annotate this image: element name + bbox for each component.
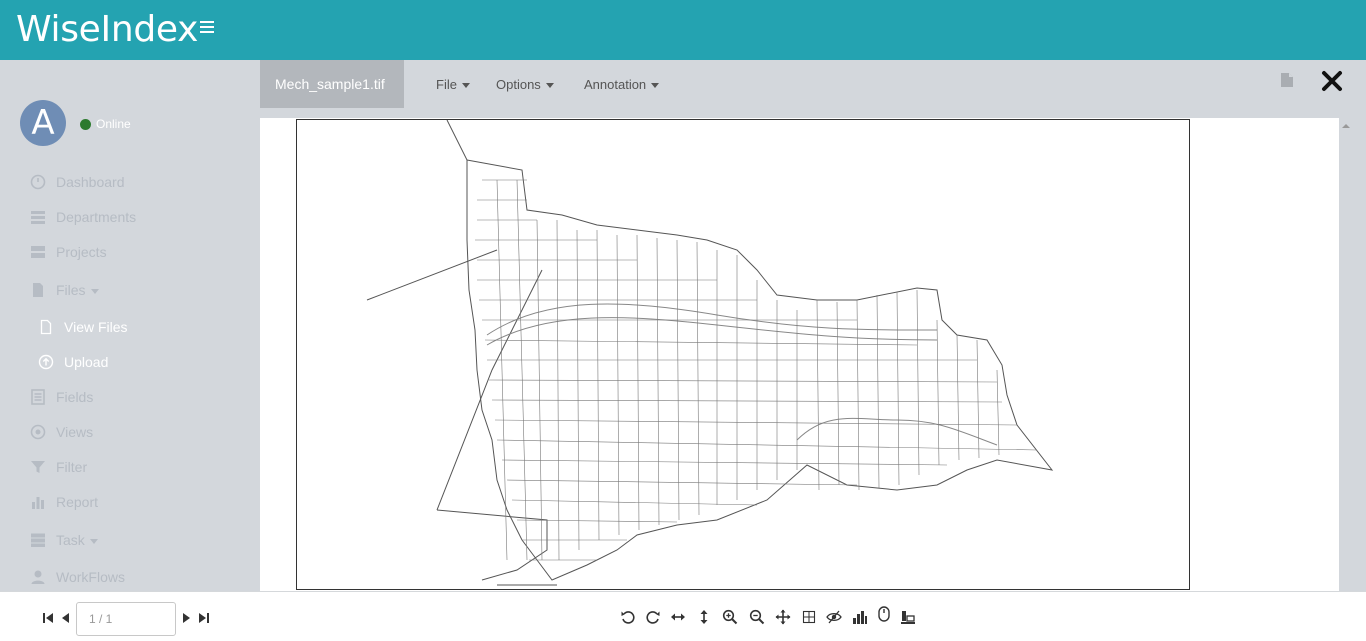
file-outline-icon [40, 319, 52, 335]
grid-icon[interactable] [801, 609, 817, 625]
sidebar-item-label: Dashboard [56, 174, 125, 190]
sidebar-item-projects[interactable]: Projects [30, 241, 107, 263]
sidebar-item-workflows[interactable]: WorkFlows [30, 566, 125, 588]
menu-annotation[interactable]: Annotation [584, 77, 660, 92]
mouse-select-icon[interactable] [876, 606, 892, 622]
sidebar-item-label: View Files [64, 319, 128, 335]
sidebar-item-label: Projects [56, 244, 107, 260]
fit-width-icon[interactable] [670, 609, 686, 625]
chevron-down-icon [545, 83, 554, 88]
last-page-icon[interactable] [198, 612, 210, 624]
sidebar-item-label: Fields [56, 389, 94, 405]
hamburger-icon[interactable] [200, 18, 216, 34]
filter-icon [31, 461, 45, 473]
sidebar-item-departments[interactable]: Departments [30, 206, 136, 228]
document-page[interactable] [296, 119, 1190, 590]
sidebar-item-label: WorkFlows [56, 569, 125, 585]
scroll-up-icon[interactable] [1342, 122, 1350, 130]
next-page-icon[interactable] [180, 612, 192, 624]
sidebar-item-upload[interactable]: Upload [38, 351, 108, 373]
app-logo[interactable]: WiseIndex [16, 9, 198, 50]
rotate-left-icon[interactable] [620, 609, 636, 625]
list-alt-icon [31, 389, 45, 405]
menu-label: Annotation [584, 77, 647, 92]
bottom-toolbar [0, 591, 1366, 641]
user-icon [31, 570, 45, 584]
user-status: Online [80, 117, 131, 131]
chevron-down-icon [89, 538, 98, 544]
document-viewer[interactable] [260, 118, 1339, 591]
sidebar-item-view-files[interactable]: View Files [38, 316, 128, 338]
list-icon [31, 211, 45, 224]
sidebar-item-dashboard[interactable]: Dashboard [30, 171, 125, 193]
top-header: WiseIndex [0, 0, 1366, 60]
close-icon[interactable] [1321, 70, 1343, 92]
sidebar-item-report[interactable]: Report [30, 491, 98, 513]
hide-annotations-icon[interactable] [826, 609, 842, 625]
pan-icon[interactable] [775, 609, 791, 625]
sidebar-item-label: Files [56, 282, 86, 298]
file-tab[interactable]: Mech_sample1.tif [260, 60, 404, 108]
sidebar-item-label: Views [56, 424, 94, 440]
avatar[interactable]: A [20, 100, 66, 146]
sidebar-item-files[interactable]: Files [30, 279, 99, 301]
menu-label: Options [496, 77, 541, 92]
tasks-icon [31, 533, 45, 547]
sidebar-item-label: Upload [64, 354, 109, 370]
upload-icon [38, 354, 54, 370]
file-icon [33, 283, 43, 297]
page-number-input[interactable] [76, 602, 176, 636]
chevron-down-icon [90, 288, 99, 294]
fit-height-icon[interactable] [696, 609, 712, 625]
target-icon [30, 424, 46, 440]
menu-label: File [436, 77, 457, 92]
sidebar-item-task[interactable]: Task [30, 529, 98, 551]
status-label: Online [96, 117, 131, 131]
chevron-down-icon [651, 83, 660, 88]
viewer-tabbar: Mech_sample1.tif File Options Annotation [250, 60, 1366, 108]
sidebar-item-label: Report [56, 494, 99, 510]
dashboard-icon [30, 174, 46, 190]
sidebar-item-label: Departments [56, 209, 137, 225]
document-icon[interactable] [1280, 72, 1294, 88]
sidebar-item-fields[interactable]: Fields [30, 386, 93, 408]
server-icon [31, 246, 45, 258]
menu-file[interactable]: File [436, 77, 470, 92]
menu-options[interactable]: Options [496, 77, 554, 92]
sidebar-item-filter[interactable]: Filter [30, 456, 87, 478]
first-page-icon[interactable] [42, 612, 54, 624]
sidebar-item-label: Task [56, 532, 85, 548]
bar-chart-icon [32, 497, 44, 509]
rotate-right-icon[interactable] [645, 609, 661, 625]
zoom-out-icon[interactable] [749, 609, 765, 625]
status-dot-icon [80, 118, 91, 130]
previous-page-icon[interactable] [60, 612, 72, 624]
stamp-icon[interactable] [900, 609, 916, 625]
histogram-icon[interactable] [852, 609, 868, 625]
sidebar-item-views[interactable]: Views [30, 421, 93, 443]
map-drawing [366, 120, 1054, 586]
zoom-in-icon[interactable] [722, 609, 738, 625]
sidebar: A Online Dashboard Departments Projects … [0, 60, 250, 591]
sidebar-item-label: Filter [56, 459, 88, 475]
chevron-down-icon [461, 83, 470, 88]
